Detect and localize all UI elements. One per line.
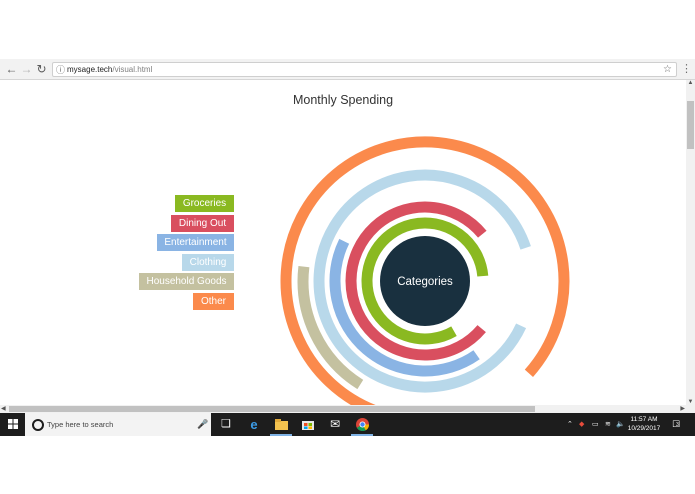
store-icon[interactable] <box>297 413 319 436</box>
vertical-scroll-thumb[interactable] <box>687 101 694 149</box>
search-placeholder: Type here to search <box>47 420 114 429</box>
page-viewport: Monthly Spending Groceries Dining Out Ente… <box>0 80 686 405</box>
notifications-icon[interactable]: ☐ 3 <box>672 413 680 436</box>
taskbar-search[interactable]: Type here to search 🎤 <box>25 413 211 436</box>
scroll-left-icon[interactable]: ◀ <box>1 405 6 413</box>
back-icon[interactable]: ← <box>4 61 19 77</box>
browser-toolbar: ← → ↻ ⓘ mysage.tech/visual.html ☆ ⋮ <box>0 59 695 80</box>
tray-overflow-icon[interactable]: ⌃ <box>567 413 573 436</box>
battery-icon[interactable]: ▭ <box>592 413 599 436</box>
explorer-active-indicator <box>270 434 292 436</box>
center-label: Categories <box>397 276 453 288</box>
info-icon[interactable]: ⓘ <box>56 64 65 76</box>
url-path: /visual.html <box>112 65 153 74</box>
edge-icon[interactable]: e <box>243 413 265 436</box>
microphone-icon[interactable]: 🎤 <box>197 413 208 436</box>
browser-menu-icon[interactable]: ⋮ <box>681 61 692 77</box>
taskbar-clock[interactable]: 11:57 AM 10/29/2017 <box>625 415 663 433</box>
notification-count: 3 <box>676 422 679 428</box>
horizontal-scrollbar[interactable]: ◀ ▶ <box>0 405 695 413</box>
chrome-active-indicator <box>351 434 373 436</box>
chrome-icon[interactable] <box>351 413 373 436</box>
volume-icon[interactable]: 🔈 <box>616 413 625 436</box>
horizontal-scroll-thumb[interactable] <box>9 406 535 412</box>
start-button[interactable] <box>0 413 25 436</box>
clock-date: 10/29/2017 <box>627 425 661 432</box>
scroll-right-icon[interactable]: ▶ <box>680 405 685 413</box>
bookmark-star-icon[interactable]: ☆ <box>663 63 672 76</box>
clock-time: 11:57 AM <box>630 416 658 423</box>
chrome-logo-shape <box>355 418 369 432</box>
scroll-up-icon[interactable]: ▲ <box>686 80 695 86</box>
store-bag-shape <box>302 421 314 430</box>
folder-shape <box>274 419 288 430</box>
taskbar: Type here to search 🎤 ❏ e ✉ ⌃ ◆ ▭ ≋ 🔈 11… <box>0 413 695 436</box>
reload-icon[interactable]: ↻ <box>34 61 49 77</box>
tray-app-icon[interactable]: ◆ <box>579 413 584 436</box>
cortana-icon <box>32 419 44 431</box>
address-url: mysage.tech/visual.html <box>67 64 152 76</box>
address-bar[interactable]: ⓘ mysage.tech/visual.html ☆ <box>52 62 677 77</box>
wifi-icon[interactable]: ≋ <box>605 413 611 436</box>
forward-icon[interactable]: → <box>19 61 34 77</box>
url-host: mysage.tech <box>67 65 113 74</box>
task-view-icon[interactable]: ❏ <box>216 413 236 436</box>
mail-icon[interactable]: ✉ <box>324 413 346 436</box>
file-explorer-icon[interactable] <box>270 413 292 436</box>
vertical-scrollbar[interactable]: ▲ ▼ <box>686 80 695 405</box>
radial-chart: Categories <box>280 136 570 405</box>
windows-logo-icon <box>7 419 18 429</box>
